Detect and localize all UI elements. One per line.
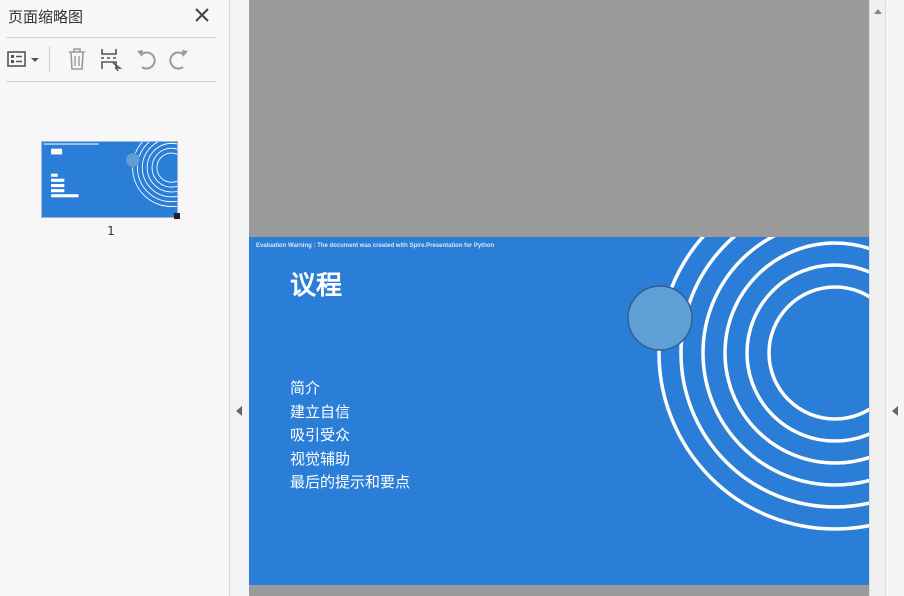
- list-item: 最后的提示和要点: [290, 473, 411, 491]
- trash-icon[interactable]: [66, 46, 88, 72]
- thumbnail-toolbar: [6, 44, 218, 74]
- thumbnail-preview: [42, 142, 177, 217]
- scroll-up-arrow-icon[interactable]: [870, 3, 886, 19]
- slide-accent-circle: [627, 285, 693, 351]
- thumbnail-options-icon[interactable]: [6, 46, 42, 72]
- list-item: 简介: [290, 379, 321, 397]
- expand-panel-arrow-icon[interactable]: [890, 405, 900, 417]
- panel-title: 页面缩略图: [8, 8, 84, 26]
- thumbnail-resize-handle[interactable]: [174, 213, 180, 219]
- list-item: 吸引受众: [290, 426, 351, 444]
- pdf-viewer-window: { "panel": { "title": "页面缩略图", "close_ic…: [0, 0, 904, 596]
- agenda-list: 简介 建立自信 吸引受众 视觉辅助 最后的提示和要点: [290, 377, 410, 495]
- divider: [6, 37, 217, 38]
- slide-page: Evaluation Warning : The document was cr…: [249, 237, 869, 585]
- rotate-clockwise-icon[interactable]: [167, 46, 191, 72]
- evaluation-warning: Evaluation Warning : The document was cr…: [256, 243, 495, 249]
- document-view[interactable]: Evaluation Warning : The document was cr…: [249, 0, 869, 596]
- insert-page-icon[interactable]: [99, 46, 123, 72]
- page-thumbnail-1[interactable]: [41, 141, 178, 218]
- list-item: 建立自信: [290, 402, 351, 421]
- page-thumbnails-panel: 页面缩略图 1: [0, 0, 230, 596]
- vertical-scrollbar[interactable]: [869, 0, 886, 596]
- divider: [6, 81, 217, 82]
- list-item: 视觉辅助: [290, 449, 351, 468]
- collapse-panel-arrow-icon[interactable]: [234, 405, 244, 417]
- toolbar-divider: [49, 46, 50, 72]
- rotate-counterclockwise-icon[interactable]: [134, 46, 158, 72]
- close-icon[interactable]: [193, 6, 211, 24]
- right-panel-strip: [886, 0, 904, 596]
- slide-title: 议程: [290, 271, 343, 301]
- thumbnail-page-number: 1: [107, 224, 115, 238]
